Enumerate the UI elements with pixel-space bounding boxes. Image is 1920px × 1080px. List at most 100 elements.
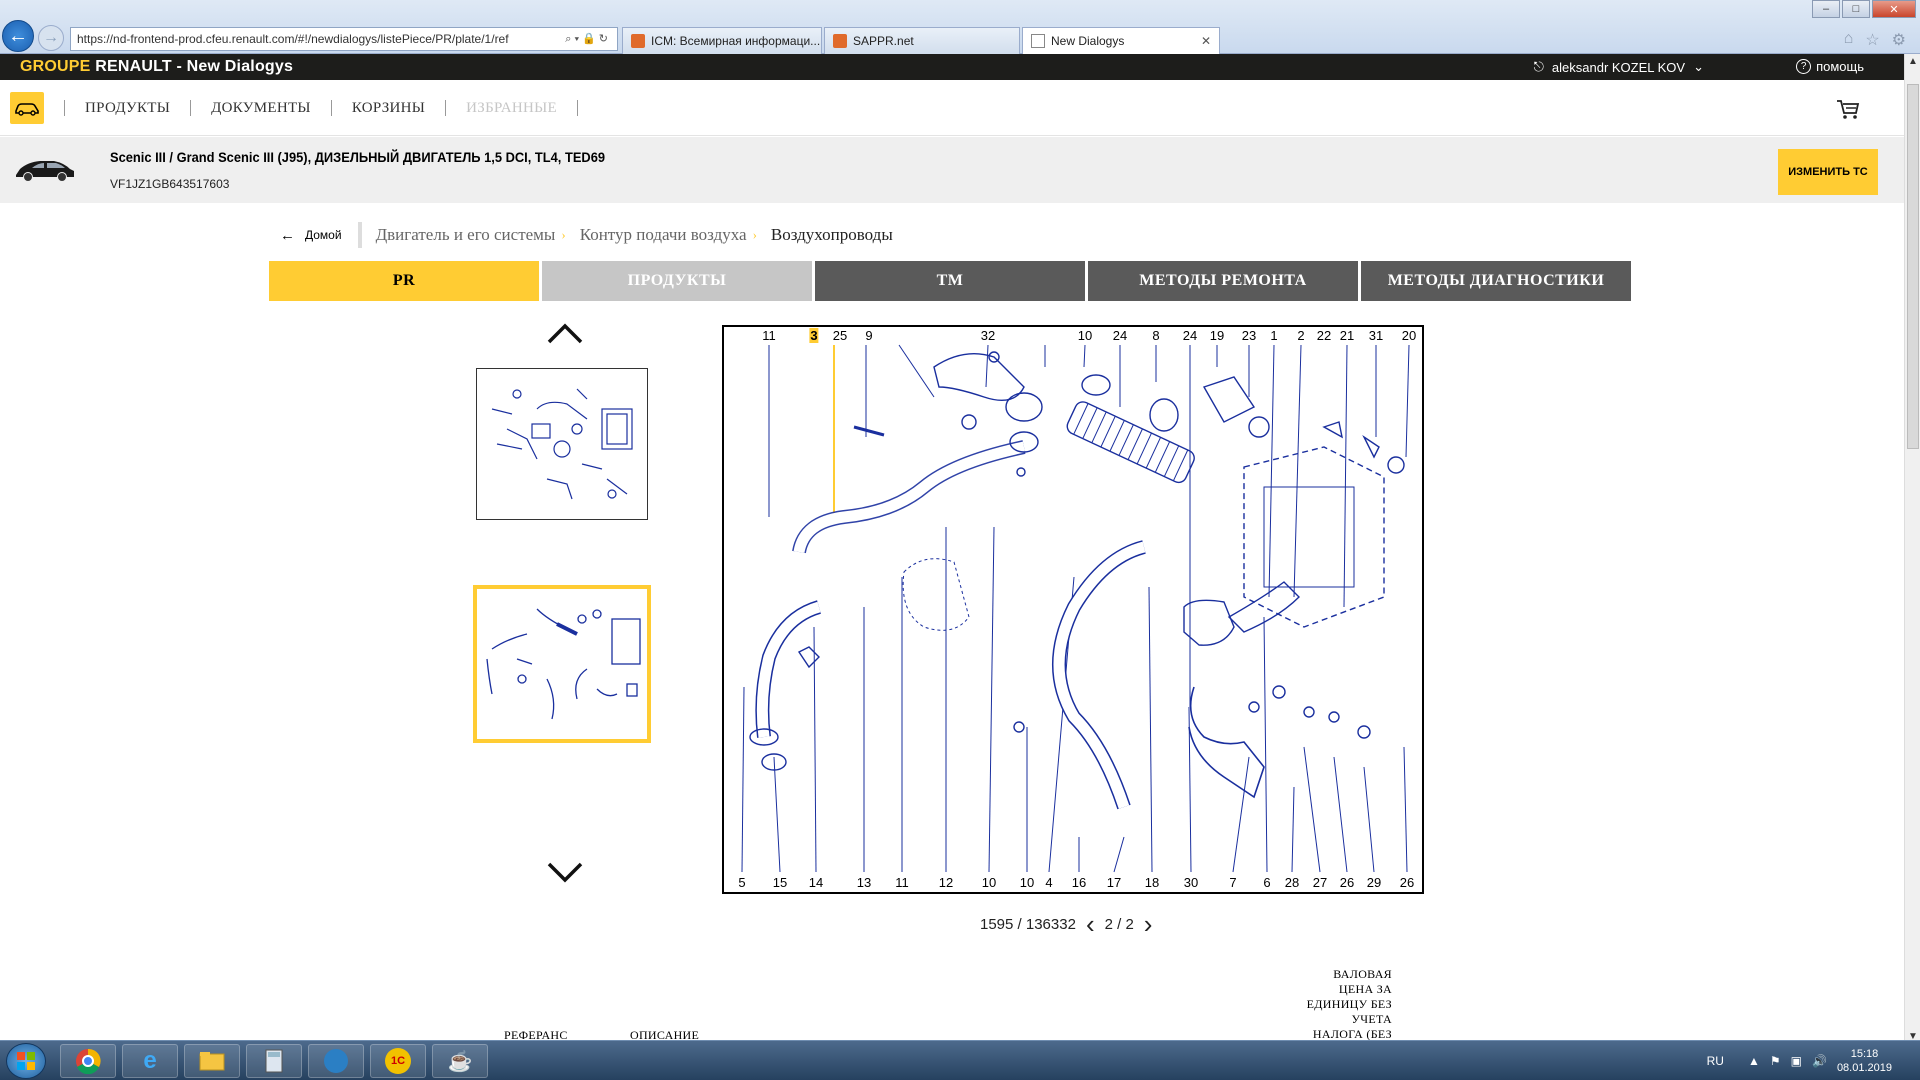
taskbar-1c[interactable]: 1С <box>370 1044 426 1078</box>
plate-thumbnail-1[interactable] <box>476 368 648 520</box>
clock[interactable]: 15:18 08.01.2019 <box>1837 1047 1892 1075</box>
arrow-left-icon: ← <box>280 226 295 244</box>
tray-arrow-icon[interactable]: ▲ <box>1748 1054 1760 1068</box>
minimize-button[interactable]: – <box>1812 0 1840 18</box>
tab-close-icon[interactable]: ✕ <box>1201 34 1211 48</box>
java-icon: ☕ <box>447 1050 473 1073</box>
column-header-price[interactable]: ВАЛОВАЯ ЦЕНА ЗА ЕДИНИЦУ БЕЗ УЧЕТА НАЛОГА… <box>1300 967 1392 1042</box>
taskbar-messenger[interactable] <box>308 1044 364 1078</box>
plate-reference: 1595 / 136332 <box>980 915 1076 933</box>
scroll-up-icon[interactable]: ▲ <box>1908 56 1918 67</box>
taskbar-java[interactable]: ☕ <box>432 1044 488 1078</box>
browser-tab-sappr[interactable]: SAPPR.net <box>824 27 1020 54</box>
vehicle-car-icon <box>16 161 74 182</box>
parts-diagram[interactable]: 11 3 25 9 32 10 24 8 24 19 23 1 2 22 21 31 20 5 15 14 13 11 1… <box>722 325 1424 894</box>
home-icon[interactable]: ⌂ <box>1844 30 1854 50</box>
browser-tab-new-dialogys[interactable]: New Dialogys ✕ <box>1022 27 1220 54</box>
clock-date: 08.01.2019 <box>1836 1062 1892 1074</box>
plate-thumbnail-2-selected[interactable] <box>473 585 651 743</box>
taskbar-explorer[interactable] <box>184 1044 240 1078</box>
messenger-icon <box>324 1049 348 1073</box>
windows-logo-icon <box>17 1052 35 1070</box>
tab-tm[interactable]: TM <box>815 261 1085 301</box>
cart-button[interactable] <box>1836 98 1860 125</box>
renault-favicon-icon <box>1031 34 1045 48</box>
car-icon <box>15 102 39 116</box>
clock-time: 15:18 <box>1850 1048 1879 1060</box>
brand-groupe: GROUPE <box>20 58 91 75</box>
chevron-right-icon[interactable]: › <box>1144 911 1153 937</box>
scrollbar-thumb[interactable] <box>1907 84 1919 449</box>
breadcrumb: ← Домой Двигатель и его системы › Контур… <box>280 222 893 248</box>
gear-icon[interactable]: ⚙ <box>1892 30 1906 50</box>
chevron-right-icon: › <box>752 227 757 242</box>
back-button[interactable]: ← <box>2 20 34 52</box>
taskbar-calculator[interactable] <box>246 1044 302 1078</box>
tab-label: ICM: Всемирная информаци... <box>651 34 821 48</box>
change-vehicle-button[interactable]: ИЗМЕНИТЬ ТС <box>1778 149 1878 195</box>
page-indicator: 2 / 2 <box>1104 915 1134 933</box>
folder-icon <box>199 1052 225 1071</box>
exploded-view-thumbnail <box>486 608 641 720</box>
vehicle-menu-button[interactable] <box>10 91 44 124</box>
taskbar-ie[interactable]: e <box>122 1044 178 1078</box>
window-controls: – □ ✕ <box>1812 0 1916 18</box>
app-header: GROUPE RENAULT - New Dialogys ⎋ aleksand… <box>0 54 1904 80</box>
tab-repair-methods[interactable]: МЕТОДЫ РЕМОНТА <box>1088 261 1358 301</box>
breadcrumb-item-air-intake[interactable]: Контур подачи воздуха <box>580 225 747 245</box>
chevron-down-icon[interactable] <box>545 860 585 886</box>
plate-pager: 1595 / 136332 ‹ 2 / 2 › <box>980 911 1153 937</box>
browser-tab-icm[interactable]: ICM: Всемирная информаци... <box>622 27 822 54</box>
url-text: https://nd-frontend-prod.cfeu.renault.co… <box>77 32 509 46</box>
exploded-view-thumbnail <box>491 388 633 500</box>
vehicle-title: Scenic III / Grand Scenic III (J95), ДИЗ… <box>110 149 606 165</box>
action-center-icon[interactable]: ⚑ <box>1770 1054 1781 1068</box>
1c-icon: 1С <box>385 1048 411 1074</box>
arrow-right-icon: → <box>43 29 59 46</box>
main-menu: ПРОДУКТЫ ДОКУМЕНТЫ КОРЗИНЫ ИЗБРАННЫЕ <box>0 80 1904 136</box>
chevron-down-icon: ⌄ <box>1693 59 1704 74</box>
breadcrumb-home[interactable]: ← Домой <box>280 222 362 248</box>
windows-taskbar: e 1С ☕ RU ▲ ⚑ ▣ 🔊 15:18 08.01.2019 <box>0 1040 1920 1080</box>
tab-diagnostic-methods[interactable]: МЕТОДЫ ДИАГНОСТИКИ <box>1361 261 1631 301</box>
user-menu[interactable]: ⎋ aleksandr KOZEL KOV ⌄ <box>1534 59 1704 75</box>
start-button[interactable] <box>6 1043 46 1079</box>
chevron-left-icon[interactable]: ‹ <box>1086 911 1095 937</box>
forward-button[interactable]: → <box>38 25 64 51</box>
menu-baskets[interactable]: КОРЗИНЫ <box>332 99 447 116</box>
menu-products[interactable]: ПРОДУКТЫ <box>64 99 192 116</box>
brand-name: RENAULT - New Dialogys <box>90 58 294 75</box>
menu-documents[interactable]: ДОКУМЕНТЫ <box>191 99 332 116</box>
tab-label: New Dialogys <box>1051 34 1125 48</box>
tab-pr[interactable]: PR <box>269 261 539 301</box>
volume-icon[interactable]: 🔊 <box>1812 1054 1827 1068</box>
system-tray: RU ▲ ⚑ ▣ 🔊 15:18 08.01.2019 <box>1707 1041 1912 1080</box>
breadcrumb-item-engine[interactable]: Двигатель и его системы <box>376 225 556 245</box>
brand-logo: GROUPE RENAULT - New Dialogys <box>20 58 293 76</box>
chevron-right-icon: › <box>561 227 566 242</box>
language-indicator[interactable]: RU <box>1707 1054 1724 1068</box>
address-bar[interactable]: https://nd-frontend-prod.cfeu.renault.co… <box>70 27 618 51</box>
tab-products[interactable]: ПРОДУКТЫ <box>542 261 812 301</box>
network-icon[interactable]: ▣ <box>1791 1054 1802 1068</box>
help-link[interactable]: ? помощь <box>1796 59 1864 74</box>
chrome-icon <box>76 1048 101 1074</box>
calculator-icon <box>265 1049 283 1073</box>
browser-toolbar-icons: ⌂ ☆ ⚙ <box>1844 30 1906 50</box>
taskbar-chrome[interactable] <box>60 1044 116 1078</box>
star-icon[interactable]: ☆ <box>1865 30 1879 50</box>
icm-favicon-icon <box>631 34 645 48</box>
air-duct-exploded-view <box>741 344 1410 873</box>
breadcrumb-home-label: Домой <box>305 228 342 242</box>
address-bar-icons: ⌕▾🔒↻ <box>565 33 611 45</box>
breadcrumb-item-air-ducts: Воздухопроводы <box>770 225 893 244</box>
internet-explorer-icon: e <box>143 1047 157 1074</box>
page-scrollbar[interactable]: ▲ ▼ <box>1904 54 1920 1044</box>
section-tabs: PR ПРОДУКТЫ TM МЕТОДЫ РЕМОНТА МЕТОДЫ ДИА… <box>269 261 1631 301</box>
maximize-button[interactable]: □ <box>1842 0 1870 18</box>
logout-icon: ⎋ <box>1533 59 1544 74</box>
close-window-button[interactable]: ✕ <box>1872 0 1916 18</box>
menu-favorites: ИЗБРАННЫЕ <box>446 99 578 116</box>
help-label: помощь <box>1816 59 1864 74</box>
chevron-up-icon[interactable] <box>545 320 585 346</box>
